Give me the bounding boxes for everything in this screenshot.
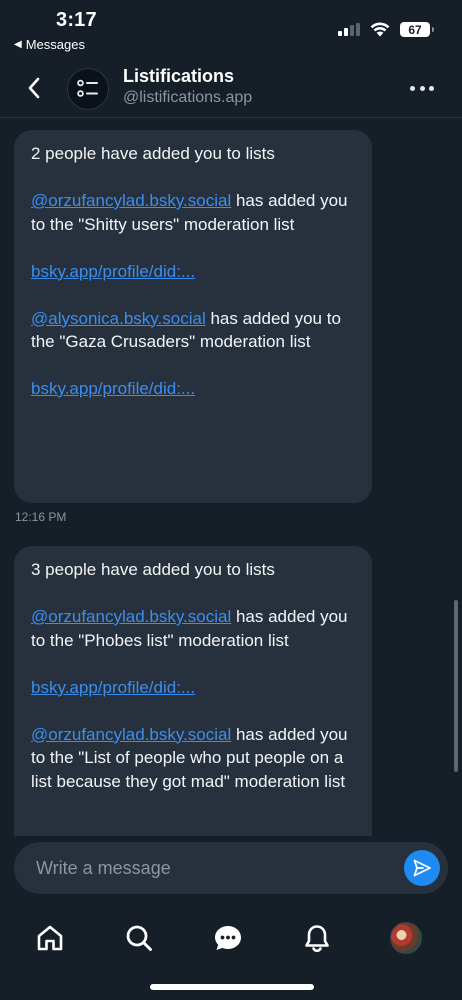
screen: 3:17 ◀ Messages 67 Listifications @listi… [0, 0, 462, 1000]
profile-link[interactable]: bsky.app/profile/did:... [31, 678, 195, 697]
message-heading: 2 people have added you to lists [31, 144, 275, 163]
battery-icon: 67 [400, 22, 434, 37]
dot-icon [429, 85, 434, 91]
cellular-signal-icon [338, 23, 360, 36]
message-bubble: 3 people have added you to lists @orzufa… [14, 546, 372, 836]
wifi-icon [370, 22, 390, 37]
tab-search[interactable] [117, 916, 161, 960]
user-mention-link[interactable]: @orzufancylad.bsky.social [31, 725, 231, 744]
profile-link[interactable]: bsky.app/profile/did:... [31, 379, 195, 398]
message-paragraph: bsky.app/profile/did:... [31, 676, 354, 700]
chat-icon [215, 926, 241, 950]
status-time: 3:17 [56, 9, 97, 31]
back-triangle-icon: ◀ [14, 39, 22, 50]
back-app-label: Messages [25, 37, 85, 52]
user-mention-link[interactable]: @orzufancylad.bsky.social [31, 191, 231, 210]
back-to-messages-app[interactable]: ◀ Messages [14, 37, 85, 52]
message-list[interactable]: 2 people have added you to lists @orzufa… [0, 118, 462, 836]
battery-level: 67 [408, 22, 422, 37]
account-avatar[interactable] [67, 68, 109, 110]
user-mention-link[interactable]: @orzufancylad.bsky.social [31, 607, 231, 626]
message-timestamp: 12:16 PM [15, 510, 67, 524]
home-icon [37, 925, 63, 951]
conversation-handle: @listifications.app [123, 89, 253, 106]
more-options-button[interactable] [410, 78, 434, 98]
back-button[interactable] [22, 74, 46, 102]
send-button[interactable] [404, 850, 440, 886]
bottom-tab-bar [0, 906, 462, 970]
profile-avatar [390, 922, 422, 954]
message-paragraph: bsky.app/profile/did:... [31, 260, 354, 284]
message-paragraph: bsky.app/profile/did:... [31, 377, 354, 401]
message-bubble: 2 people have added you to lists @orzufa… [14, 130, 372, 503]
tab-chat[interactable] [206, 916, 250, 960]
tab-home[interactable] [28, 916, 72, 960]
dot-icon [419, 85, 425, 91]
profile-link[interactable]: bsky.app/profile/did:... [31, 262, 195, 281]
message-heading: 3 people have added you to lists [31, 560, 275, 579]
send-icon [413, 859, 431, 877]
home-indicator [150, 984, 314, 990]
message-paragraph: @alysonica.bsky.social has added you to … [31, 307, 354, 354]
message-input[interactable] [36, 842, 396, 894]
user-mention-link[interactable]: @alysonica.bsky.social [31, 309, 206, 328]
status-indicators: 67 [338, 22, 434, 37]
message-paragraph: @orzufancylad.bsky.social has added you … [31, 605, 354, 652]
tab-profile[interactable] [384, 916, 428, 960]
search-icon [126, 925, 152, 951]
message-composer [14, 842, 448, 894]
tab-notifications[interactable] [295, 916, 339, 960]
bell-icon [305, 925, 329, 953]
conversation-header: Listifications @listifications.app [0, 60, 462, 118]
message-paragraph: @orzufancylad.bsky.social has added you … [31, 723, 354, 794]
list-icon [77, 79, 98, 97]
conversation-title[interactable]: Listifications [123, 66, 234, 87]
chevron-left-icon [28, 77, 40, 99]
scrollbar[interactable] [454, 600, 458, 772]
status-bar: 3:17 ◀ Messages 67 [0, 0, 462, 60]
dot-icon [410, 85, 415, 91]
message-paragraph: @orzufancylad.bsky.social has added you … [31, 189, 354, 236]
